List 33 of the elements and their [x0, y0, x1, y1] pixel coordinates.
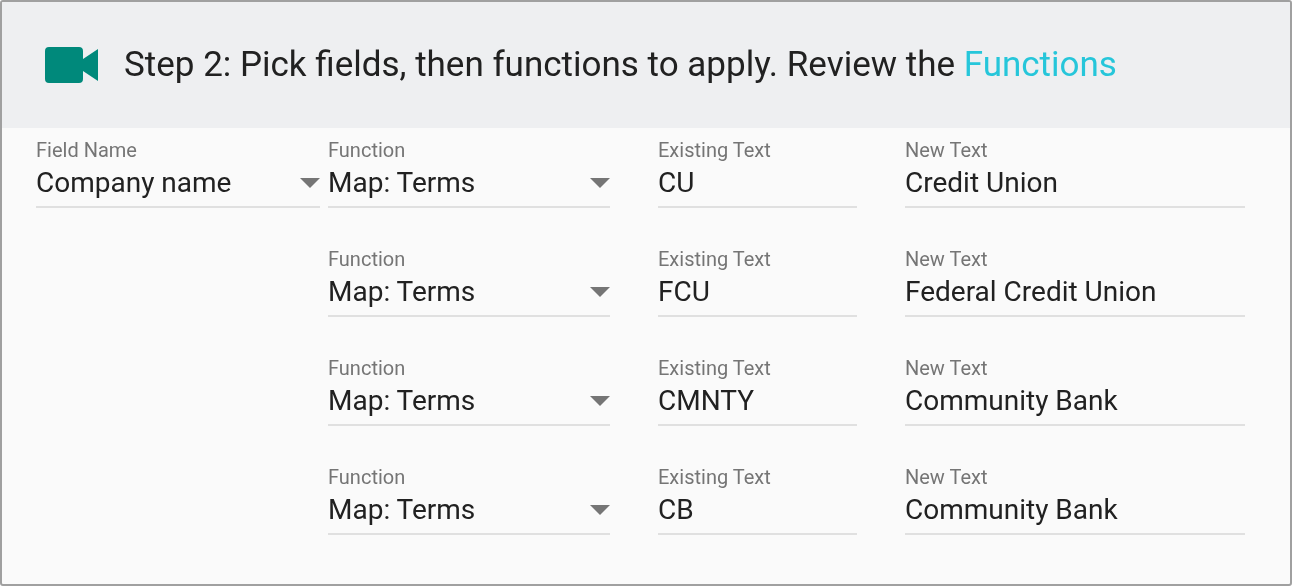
field-label: New Text [905, 465, 989, 489]
caret-icon [300, 178, 320, 188]
dropdown-field[interactable]: Company name [36, 162, 320, 208]
field-label: Function [328, 356, 407, 380]
field-label: Function [328, 138, 407, 162]
caret-icon [590, 505, 610, 515]
input-field[interactable]: CMNTY [658, 380, 857, 426]
input-field[interactable]: FCU [658, 271, 857, 317]
field-label: Existing Text [658, 465, 772, 489]
instruction-text: Step 2: Pick fields, then functions to apply. Review the Functions [124, 42, 1117, 87]
field-label: Existing Text [658, 356, 772, 380]
caret-icon [590, 178, 610, 188]
field-label: New Text [905, 138, 989, 162]
dropdown-field[interactable]: Map: Terms [328, 489, 610, 535]
input-field[interactable]: CU [658, 162, 857, 208]
field-label: Existing Text [658, 247, 772, 271]
field-label: Function [328, 247, 407, 271]
input-field[interactable]: CB [658, 489, 857, 535]
video-camera-icon [45, 47, 100, 83]
input-field[interactable]: Credit Union [905, 162, 1245, 208]
field-label: Existing Text [658, 138, 772, 162]
input-field[interactable]: Federal Credit Union [905, 271, 1245, 317]
caret-icon [590, 396, 610, 406]
field-label: Function [328, 465, 407, 489]
dropdown-field[interactable]: Map: Terms [328, 271, 610, 317]
input-field[interactable]: Community Bank [905, 380, 1245, 426]
input-field[interactable]: Community Bank [905, 489, 1245, 535]
caret-icon [590, 287, 610, 297]
dropdown-field[interactable]: Map: Terms [328, 162, 610, 208]
field-label: New Text [905, 247, 989, 271]
field-label: New Text [905, 356, 989, 380]
field-label: Field Name [36, 138, 138, 162]
dropdown-field[interactable]: Map: Terms [328, 380, 610, 426]
